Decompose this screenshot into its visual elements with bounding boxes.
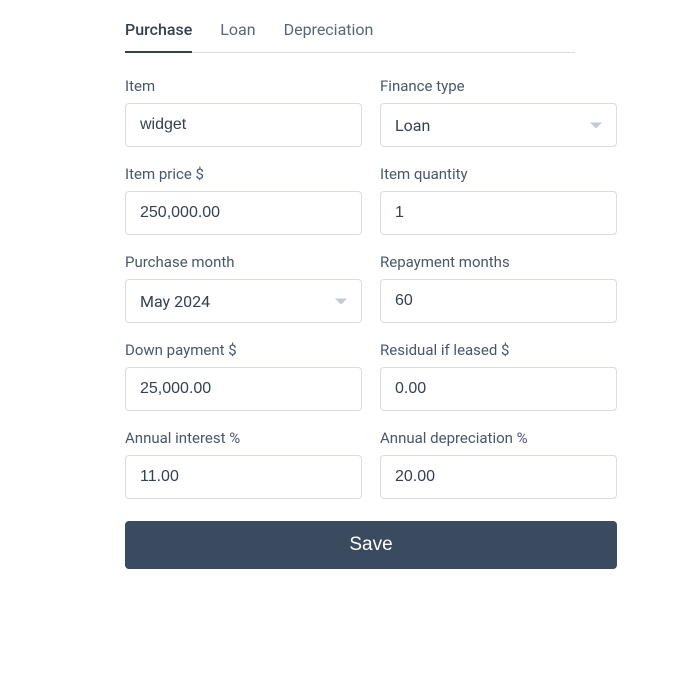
label-annual-depreciation: Annual depreciation %	[380, 429, 617, 447]
field-annual-depreciation: Annual depreciation %	[380, 429, 617, 499]
tab-depreciation[interactable]: Depreciation	[284, 10, 374, 52]
label-repayment-months: Repayment months	[380, 253, 617, 271]
save-button[interactable]: Save	[125, 521, 617, 569]
input-annual-interest[interactable]	[125, 455, 362, 499]
purchase-form: Item Finance type Loan Item price $ Item…	[125, 77, 575, 569]
label-item: Item	[125, 77, 362, 95]
input-down-payment[interactable]	[125, 367, 362, 411]
tab-purchase[interactable]: Purchase	[125, 10, 192, 53]
field-item-price: Item price $	[125, 165, 362, 235]
label-down-payment: Down payment $	[125, 341, 362, 359]
label-item-quantity: Item quantity	[380, 165, 617, 183]
field-finance-type: Finance type Loan	[380, 77, 617, 147]
label-finance-type: Finance type	[380, 77, 617, 95]
input-item[interactable]	[125, 103, 362, 147]
select-purchase-month[interactable]: May 2024	[125, 279, 362, 323]
label-residual: Residual if leased $	[380, 341, 617, 359]
label-purchase-month: Purchase month	[125, 253, 362, 271]
field-repayment-months: Repayment months	[380, 253, 617, 323]
field-item: Item	[125, 77, 362, 147]
select-finance-type-value: Loan	[395, 116, 430, 135]
label-annual-interest: Annual interest %	[125, 429, 362, 447]
tab-loan[interactable]: Loan	[220, 10, 255, 52]
select-finance-type[interactable]: Loan	[380, 103, 617, 147]
tab-bar: Purchase Loan Depreciation	[125, 10, 575, 53]
field-annual-interest: Annual interest %	[125, 429, 362, 499]
field-down-payment: Down payment $	[125, 341, 362, 411]
input-residual[interactable]	[380, 367, 617, 411]
label-item-price: Item price $	[125, 165, 362, 183]
field-purchase-month: Purchase month May 2024	[125, 253, 362, 323]
input-item-quantity[interactable]	[380, 191, 617, 235]
input-annual-depreciation[interactable]	[380, 455, 617, 499]
field-residual: Residual if leased $	[380, 341, 617, 411]
input-repayment-months[interactable]	[380, 279, 617, 323]
field-item-quantity: Item quantity	[380, 165, 617, 235]
select-purchase-month-value: May 2024	[140, 292, 210, 311]
input-item-price[interactable]	[125, 191, 362, 235]
